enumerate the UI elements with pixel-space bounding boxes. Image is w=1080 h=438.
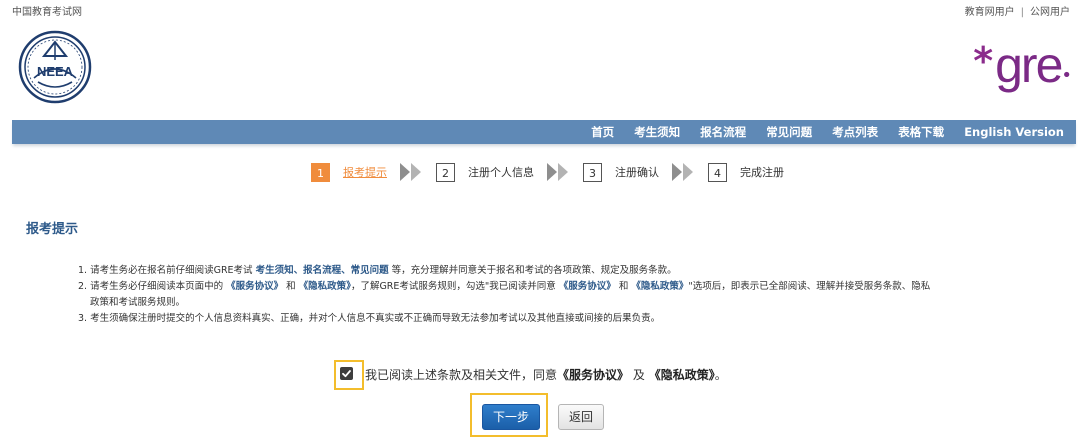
top-bar: 中国教育考试网 教育网用户 | 公网用户 bbox=[0, 0, 1080, 18]
nav-english-version[interactable]: English Version bbox=[964, 125, 1064, 139]
user-link-separator: | bbox=[1020, 7, 1024, 18]
agree-text-end: 。 bbox=[714, 368, 727, 382]
notice-2-text: 2. 请考生务必仔细阅读本页面中的 bbox=[78, 281, 227, 292]
registration-steps: 1 报考提示 2 注册个人信息 3 注册确认 4 完成注册 bbox=[311, 161, 784, 183]
notice-2-sep: 和 bbox=[283, 281, 299, 292]
back-button[interactable]: 返回 bbox=[558, 404, 604, 430]
gre-logo-text: gre bbox=[995, 37, 1063, 93]
step-2-number: 2 bbox=[436, 162, 455, 182]
svg-text:NEEA: NEEA bbox=[37, 64, 74, 79]
main-nav: 首页 考生须知 报名流程 常见问题 考点列表 表格下载 English Vers… bbox=[12, 120, 1076, 144]
service-agreement-link[interactable]: 《服务协议》 bbox=[559, 281, 616, 292]
agree-text-start: 我已阅读上述条款及相关文件，同意 bbox=[365, 368, 558, 382]
step-arrow-icon bbox=[547, 163, 569, 181]
candidate-notice-link[interactable]: 考生须知 bbox=[256, 265, 294, 276]
notice-item-3: 3. 考生须确保注册时提交的个人信息资料真实、正确，并对个人信息不真实或不正确而… bbox=[78, 313, 661, 324]
step-4-number: 4 bbox=[708, 162, 727, 182]
checkmark-icon bbox=[342, 370, 351, 378]
nav-candidate-notice[interactable]: 考生须知 bbox=[634, 124, 680, 140]
gre-logo-dot-icon: • bbox=[1061, 65, 1072, 86]
step-3-label: 注册确认 bbox=[615, 166, 659, 179]
notice-1-sep: 、 bbox=[293, 265, 304, 276]
notice-2-text-mid: ，了解GRE考试服务规则，勾选"我已阅读并同意 bbox=[350, 281, 559, 292]
public-user-link[interactable]: 公网用户 bbox=[1030, 7, 1070, 18]
notice-1-text: 1. 请考生务必在报名前仔细阅读GRE考试 bbox=[78, 265, 256, 276]
gre-asterisk-icon: * bbox=[973, 39, 994, 83]
nav-home[interactable]: 首页 bbox=[591, 124, 614, 140]
service-agreement-link[interactable]: 《服务协议》 bbox=[226, 281, 283, 292]
edu-user-link[interactable]: 教育网用户 bbox=[965, 7, 1015, 18]
privacy-policy-link[interactable]: 《隐私政策》 bbox=[299, 281, 351, 292]
step-arrow-icon bbox=[672, 163, 694, 181]
user-links: 教育网用户 | 公网用户 bbox=[965, 3, 1070, 18]
nav-forms-download[interactable]: 表格下载 bbox=[898, 124, 944, 140]
agree-checkbox[interactable] bbox=[340, 367, 353, 380]
nav-registration-process[interactable]: 报名流程 bbox=[700, 124, 746, 140]
step-arrow-icon bbox=[400, 163, 422, 181]
agree-label: 我已阅读上述条款及相关文件，同意《服务协议》 及 《隐私政策》。 bbox=[365, 366, 727, 383]
step-1-label[interactable]: 报考提示 bbox=[343, 164, 387, 180]
notice-2-sep: 和 bbox=[615, 281, 632, 292]
notice-item-1: 1. 请考生务必在报名前仔细阅读GRE考试 考生须知、报名流程、常见问题 等，充… bbox=[78, 263, 1038, 279]
nav-test-centers[interactable]: 考点列表 bbox=[832, 124, 878, 140]
neea-logo[interactable]: NEEA bbox=[18, 30, 92, 104]
step-2-label: 注册个人信息 bbox=[468, 166, 534, 179]
notice-list: 1. 请考生务必在报名前仔细阅读GRE考试 考生须知、报名流程、常见问题 等，充… bbox=[78, 263, 1038, 327]
registration-process-link[interactable]: 报名流程 bbox=[303, 265, 341, 276]
step-3-number: 3 bbox=[583, 162, 602, 182]
step-1-number: 1 bbox=[311, 162, 330, 182]
privacy-policy-link[interactable]: 《隐私政策》 bbox=[631, 281, 688, 292]
site-name-link[interactable]: 中国教育考试网 bbox=[12, 3, 82, 18]
notice-1-text-end: 等，充分理解并同意关于报名和考试的各项政策、规定及服务条款。 bbox=[388, 265, 677, 276]
next-step-button[interactable]: 下一步 bbox=[482, 404, 540, 430]
nav-faq[interactable]: 常见问题 bbox=[766, 124, 812, 140]
notice-2-text-end: "选项后，即表示已全部阅读、理解并接受服务条款、隐私 bbox=[688, 281, 931, 292]
neea-emblem-icon: NEEA bbox=[18, 30, 92, 104]
page-title: 报考提示 bbox=[26, 222, 79, 237]
agree-service-agreement-link[interactable]: 《服务协议》 bbox=[557, 368, 629, 382]
faq-link[interactable]: 常见问题 bbox=[351, 265, 389, 276]
notice-item-2: 2. 请考生务必仔细阅读本页面中的 《服务协议》 和 《隐私政策》，了解GRE考… bbox=[78, 279, 1038, 311]
step-4-label: 完成注册 bbox=[740, 166, 784, 179]
agree-privacy-policy-link[interactable]: 《隐私政策》 bbox=[649, 368, 715, 382]
agree-text-and: 及 bbox=[632, 368, 645, 382]
notice-2-continuation: 政策和考试服务规则。 bbox=[90, 297, 186, 308]
gre-logo[interactable]: * gre • bbox=[973, 36, 1072, 90]
notice-1-sep: 、 bbox=[341, 265, 351, 276]
